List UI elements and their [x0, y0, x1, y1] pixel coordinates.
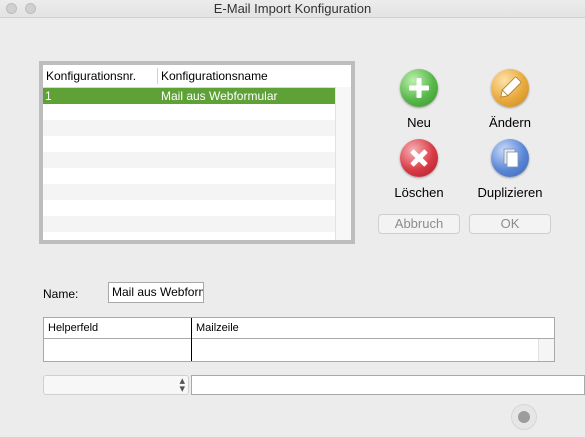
row-config-name: Mail aus Webformular	[161, 89, 278, 103]
column-header-config-name[interactable]: Konfigurationsname	[161, 69, 268, 83]
window-title: E-Mail Import Konfiguration	[213, 1, 372, 16]
x-icon	[400, 139, 438, 177]
record-button[interactable]	[511, 404, 537, 430]
list-row-selected[interactable]: 1 Mail aus Webformular	[43, 88, 335, 104]
column-header-mailzeile[interactable]: Mailzeile	[192, 318, 554, 339]
duplicate-label: Duplizieren	[477, 185, 543, 200]
delete-label: Löschen	[394, 185, 444, 200]
cancel-button[interactable]: Abbruch	[378, 214, 460, 234]
list-header: Konfigurationsnr. Konfigurationsname	[43, 65, 351, 88]
copy-icon	[491, 139, 529, 177]
delete-button[interactable]: Löschen	[369, 139, 469, 200]
list-row-empty[interactable]	[43, 184, 335, 200]
list-row-empty[interactable]	[43, 216, 335, 232]
row-config-nr: 1	[45, 89, 52, 103]
edit-label: Ändern	[489, 115, 531, 130]
list-scrollbar[interactable]	[335, 87, 351, 240]
mapping-table: Helperfeld Mailzeile	[43, 317, 555, 362]
list-row-empty[interactable]	[43, 120, 335, 136]
ok-button[interactable]: OK	[469, 214, 551, 234]
new-button[interactable]: Neu	[369, 69, 469, 130]
list-row-empty[interactable]	[43, 136, 335, 152]
mail-line-input[interactable]	[191, 375, 585, 395]
field-select[interactable]: ▴ ▾	[43, 375, 189, 395]
name-label: Name:	[43, 287, 79, 301]
duplicate-button[interactable]: Duplizieren	[460, 139, 560, 200]
window-titlebar: E-Mail Import Konfiguration	[0, 0, 585, 18]
edit-button[interactable]: Ändern	[460, 69, 560, 130]
list-row-empty[interactable]	[43, 104, 335, 120]
list-row-empty[interactable]	[43, 152, 335, 168]
circle-icon	[518, 411, 530, 423]
table-scrollbar[interactable]	[538, 339, 554, 361]
plus-icon	[400, 69, 438, 107]
list-row-empty[interactable]	[43, 168, 335, 184]
new-label: Neu	[407, 115, 431, 130]
chevron-updown-icon: ▴ ▾	[179, 375, 185, 395]
configuration-list: Konfigurationsnr. Konfigurationsname 1 M…	[39, 61, 355, 244]
pencil-icon	[491, 69, 529, 107]
name-input[interactable]: Mail aus Webform	[108, 282, 204, 303]
column-header-config-nr[interactable]: Konfigurationsnr.	[46, 69, 136, 83]
list-row-empty[interactable]	[43, 200, 335, 216]
column-header-helperfeld[interactable]: Helperfeld	[44, 318, 191, 339]
